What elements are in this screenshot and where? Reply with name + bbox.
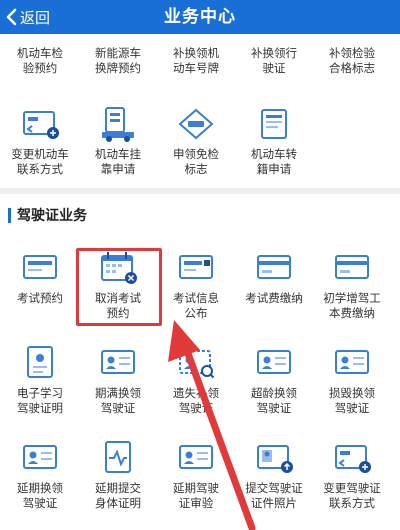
service-label: 考试预约 [17,291,63,305]
service-exam-info-publish[interactable]: 考试信息 公布 [158,248,234,321]
photo-card-icon [257,445,293,473]
service-damaged-renewal[interactable]: 损毁换领 驾驶证 [314,343,390,416]
service-label: 新能源车 换牌预约 [95,46,141,75]
service-ev-plate-appointment[interactable]: 新能源车 换牌预约 [80,46,156,76]
service-label: 期满换领 驾驶证 [95,386,141,415]
service-replace-inspection-sign[interactable]: 补领检验 合格标志 [314,46,390,76]
service-lost-replacement[interactable]: 遗失补领 驾驶证 [158,343,234,416]
service-change-license-contact[interactable]: 变更驾驶证 联系方式 [314,438,390,511]
service-cancel-exam-appointment[interactable]: 取消考试 预约 [80,248,156,321]
service-label: 损毁换领 驾驶证 [329,386,375,415]
exam-card-icon [23,255,57,279]
id-card-search-icon [179,350,215,379]
truck-icon [102,107,134,142]
service-overage-renewal[interactable]: 超龄换领 驾驶证 [236,343,312,416]
section-divider [0,188,400,194]
service-deferred-renewal[interactable]: 延期换领 驾驶证 [2,438,78,511]
calendar-cancel-icon [101,252,137,284]
service-change-vehicle-contact[interactable]: 变更机动车 联系方式 [2,104,78,177]
payment-card-icon [257,255,291,279]
service-label: 变更机动车 联系方式 [11,147,69,176]
service-deferred-license-review[interactable]: 延期驾驶 证审验 [158,438,234,511]
service-apply-exempt-sign[interactable]: 申领免检 标志 [158,104,234,177]
service-exam-appointment[interactable]: 考试预约 [2,248,78,306]
payment-card-icon [335,255,369,279]
service-label: 补换领行 驶证 [251,46,297,75]
service-label: 延期驾驶 证审验 [173,481,219,510]
contact-card-icon [23,111,59,139]
service-label: 机动车检 验预约 [17,46,63,75]
id-card-icon [101,350,135,374]
section-accent-bar [8,207,11,223]
service-vehicle-inspection-appointment[interactable]: 机动车检 验预约 [2,46,78,76]
health-icon [105,441,131,473]
service-e-learning-certificate[interactable]: 电子学习 驾驶证明 [2,343,78,416]
contact-card-icon [335,445,371,473]
id-card-icon [335,350,369,374]
page-title: 业务中心 [164,7,236,27]
service-label: 取消考试 预约 [95,291,141,320]
exam-info-icon [179,255,213,279]
service-label: 考试费缴纳 [245,291,303,305]
service-label: 电子学习 驾驶证明 [17,386,63,415]
service-label: 变更驾驶证 联系方式 [323,481,381,510]
exempt-sign-icon [178,108,214,140]
service-label: 延期提交 身体证明 [95,481,141,510]
service-label: 考试信息 公布 [173,291,219,320]
service-expiry-renewal[interactable]: 期满换领 驾驶证 [80,343,156,416]
id-card-icon [23,445,57,469]
service-submit-license-photo[interactable]: 提交驾驶证 证件照片 [236,438,312,511]
service-vehicle-affiliation[interactable]: 机动车挂 靠申请 [80,104,156,177]
certificate-icon [27,346,53,378]
id-card-icon [179,445,213,469]
service-exam-fee-payment[interactable]: 考试费缴纳 [236,248,312,306]
service-label: 遗失补领 驾驶证 [173,386,219,415]
service-label: 初学增驾工 本费缴纳 [323,291,381,320]
service-label: 补领检验 合格标志 [329,46,375,75]
service-label: 超龄换领 驾驶证 [251,386,297,415]
service-label: 申领免检 标志 [173,147,219,176]
section-title: 驾驶证业务 [17,208,87,224]
service-label: 延期换领 驾驶证 [17,481,63,510]
section-header: 驾驶证业务 [8,205,87,225]
service-replace-driving-permit[interactable]: 补换领行 驶证 [236,46,312,76]
service-label: 机动车挂 靠申请 [95,147,141,176]
service-vehicle-transfer[interactable]: 机动车转 籍申请 [236,104,312,177]
service-label: 机动车转 籍申请 [251,147,297,176]
id-card-icon [257,350,291,374]
service-workbook-fee-payment[interactable]: 初学增驾工 本费缴纳 [314,248,390,321]
service-deferred-health-proof[interactable]: 延期提交 身体证明 [80,438,156,511]
service-label: 补换领机 动车号牌 [173,46,219,75]
service-label: 提交驾驶证 证件照片 [245,481,303,510]
app-header: 返回 业务中心 [0,0,400,34]
document-icon [261,109,287,139]
service-replace-plate[interactable]: 补换领机 动车号牌 [158,46,234,76]
